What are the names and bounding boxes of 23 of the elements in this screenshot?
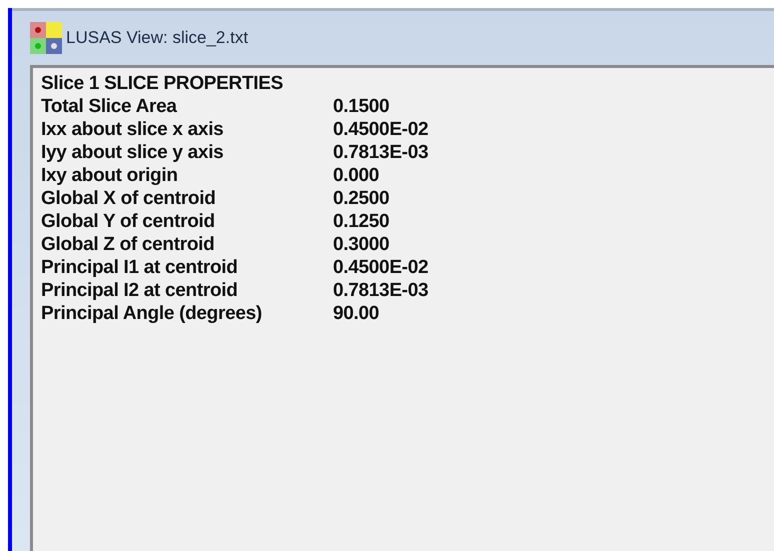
property-label: Principal I1 at centroid <box>41 256 238 279</box>
property-value: 0.4500E-02 <box>333 118 428 141</box>
section-heading: Slice 1 SLICE PROPERTIES <box>41 72 283 95</box>
property-label: Ixx about slice x axis <box>41 118 224 141</box>
property-value: 0.3000 <box>333 233 390 256</box>
property-value: 0.000 <box>333 164 380 187</box>
property-label: Global Y of centroid <box>41 210 215 233</box>
app-logo-icon <box>30 22 62 54</box>
property-label: Principal Angle (degrees) <box>41 302 262 325</box>
property-value: 90.00 <box>333 302 380 325</box>
property-value: 0.2500 <box>333 187 390 210</box>
property-label: Global X of centroid <box>41 187 216 210</box>
window-title: LUSAS View: slice_2.txt <box>66 27 248 50</box>
property-label: Ixy about origin <box>41 164 178 187</box>
property-value: 0.4500E-02 <box>333 256 428 279</box>
property-label: Global Z of centroid <box>41 233 214 256</box>
property-label: Iyy about slice y axis <box>41 141 224 164</box>
property-label: Principal I2 at centroid <box>41 279 238 302</box>
property-value: 0.7813E-03 <box>333 279 428 302</box>
property-value: 0.7813E-03 <box>333 141 428 164</box>
property-value: 0.1250 <box>333 210 390 233</box>
property-label: Total Slice Area <box>41 95 177 118</box>
property-value: 0.1500 <box>333 95 390 118</box>
